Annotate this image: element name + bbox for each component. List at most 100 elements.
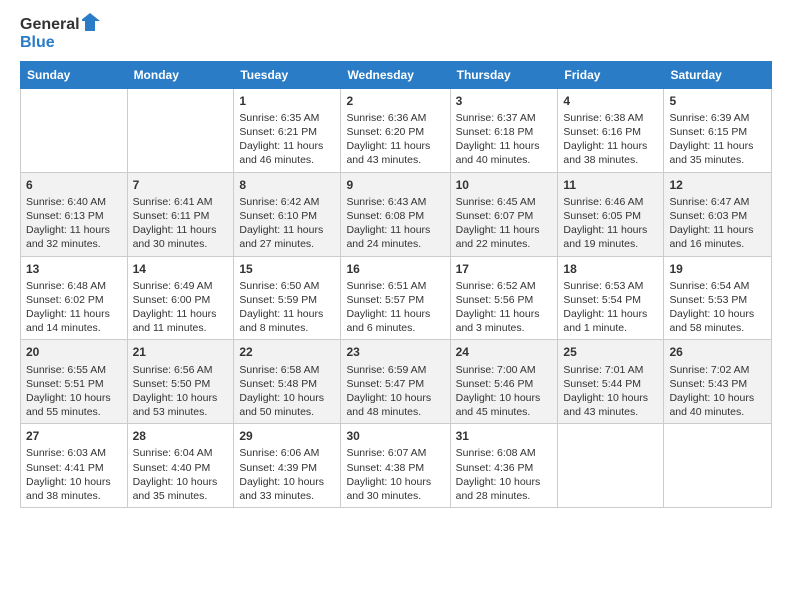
calendar-cell <box>558 424 664 508</box>
calendar-week-row: 6Sunrise: 6:40 AMSunset: 6:13 PMDaylight… <box>21 172 772 256</box>
day-info: Sunrise: 6:55 AM <box>26 363 122 377</box>
day-info: Sunrise: 6:06 AM <box>239 446 335 460</box>
day-number: 9 <box>346 177 444 193</box>
day-number: 3 <box>456 93 553 109</box>
day-info: Sunset: 5:56 PM <box>456 293 553 307</box>
day-number: 21 <box>133 344 229 360</box>
day-number: 25 <box>563 344 658 360</box>
calendar-cell: 25Sunrise: 7:01 AMSunset: 5:44 PMDayligh… <box>558 340 664 424</box>
day-info: Daylight: 10 hours and 53 minutes. <box>133 391 229 419</box>
day-info: Daylight: 11 hours and 3 minutes. <box>456 307 553 335</box>
day-number: 15 <box>239 261 335 277</box>
day-number: 10 <box>456 177 553 193</box>
day-info: Daylight: 10 hours and 38 minutes. <box>26 475 122 503</box>
day-info: Sunset: 4:36 PM <box>456 461 553 475</box>
day-number: 11 <box>563 177 658 193</box>
calendar-cell: 29Sunrise: 6:06 AMSunset: 4:39 PMDayligh… <box>234 424 341 508</box>
calendar-cell: 17Sunrise: 6:52 AMSunset: 5:56 PMDayligh… <box>450 256 558 340</box>
calendar-cell: 4Sunrise: 6:38 AMSunset: 6:16 PMDaylight… <box>558 88 664 172</box>
day-info: Sunrise: 6:40 AM <box>26 195 122 209</box>
day-info: Daylight: 10 hours and 45 minutes. <box>456 391 553 419</box>
logo-general-text: General <box>20 16 80 34</box>
day-info: Sunset: 5:46 PM <box>456 377 553 391</box>
col-header-thursday: Thursday <box>450 61 558 88</box>
day-info: Sunrise: 7:02 AM <box>669 363 766 377</box>
day-info: Sunset: 4:39 PM <box>239 461 335 475</box>
calendar-cell: 15 Sunrise: 6:50 AMSunset: 5:59 PMDayligh… <box>234 256 341 340</box>
day-info: Sunrise: 6:50 AM <box>239 279 335 293</box>
day-info: Sunrise: 6:37 AM <box>456 111 553 125</box>
day-info: Sunset: 4:38 PM <box>346 461 444 475</box>
day-number: 23 <box>346 344 444 360</box>
day-info: Sunrise: 6:51 AM <box>346 279 444 293</box>
day-info: Sunset: 5:43 PM <box>669 377 766 391</box>
calendar-cell: 26Sunrise: 7:02 AMSunset: 5:43 PMDayligh… <box>664 340 772 424</box>
header: General Blue <box>20 16 772 53</box>
day-info: Sunrise: 6:49 AM <box>133 279 229 293</box>
day-info: Sunrise: 6:07 AM <box>346 446 444 460</box>
day-number: 4 <box>563 93 658 109</box>
calendar-cell: 27Sunrise: 6:03 AMSunset: 4:41 PMDayligh… <box>21 424 128 508</box>
calendar-cell: 24Sunrise: 7:00 AMSunset: 5:46 PMDayligh… <box>450 340 558 424</box>
day-number: 29 <box>239 428 335 444</box>
day-number: 27 <box>26 428 122 444</box>
day-number: 31 <box>456 428 553 444</box>
day-info: Daylight: 11 hours and 11 minutes. <box>133 307 229 335</box>
day-info: Sunset: 6:07 PM <box>456 209 553 223</box>
day-info: Sunset: 6:16 PM <box>563 125 658 139</box>
col-header-friday: Friday <box>558 61 664 88</box>
day-info: Sunrise: 6:36 AM <box>346 111 444 125</box>
day-info: Daylight: 10 hours and 58 minutes. <box>669 307 766 335</box>
day-info: Sunrise: 6:58 AM <box>239 363 335 377</box>
day-info: Sunset: 4:40 PM <box>133 461 229 475</box>
day-info: Daylight: 11 hours and 19 minutes. <box>563 223 658 251</box>
day-info: Sunset: 5:57 PM <box>346 293 444 307</box>
day-info: Sunset: 5:59 PM <box>239 293 335 307</box>
day-number: 22 <box>239 344 335 360</box>
day-info: Daylight: 11 hours and 32 minutes. <box>26 223 122 251</box>
calendar-cell <box>127 88 234 172</box>
calendar-cell: 16Sunrise: 6:51 AMSunset: 5:57 PMDayligh… <box>341 256 450 340</box>
day-number: 7 <box>133 177 229 193</box>
day-info: Daylight: 11 hours and 43 minutes. <box>346 139 444 167</box>
day-info: Sunset: 5:51 PM <box>26 377 122 391</box>
day-number: 12 <box>669 177 766 193</box>
day-info: Sunset: 6:00 PM <box>133 293 229 307</box>
calendar-table: SundayMondayTuesdayWednesdayThursdayFrid… <box>20 61 772 508</box>
day-info: Daylight: 11 hours and 22 minutes. <box>456 223 553 251</box>
day-info: Sunset: 4:41 PM <box>26 461 122 475</box>
day-info: Sunset: 6:03 PM <box>669 209 766 223</box>
day-number: 19 <box>669 261 766 277</box>
day-info: Sunrise: 6:35 AM <box>239 111 335 125</box>
day-number: 1 <box>239 93 335 109</box>
col-header-monday: Monday <box>127 61 234 88</box>
day-number: 5 <box>669 93 766 109</box>
day-number: 6 <box>26 177 122 193</box>
day-info: Sunrise: 6:52 AM <box>456 279 553 293</box>
day-info: Sunset: 5:50 PM <box>133 377 229 391</box>
calendar-cell: 23Sunrise: 6:59 AMSunset: 5:47 PMDayligh… <box>341 340 450 424</box>
day-info: Sunrise: 6:59 AM <box>346 363 444 377</box>
day-info: Sunrise: 6:04 AM <box>133 446 229 460</box>
day-info: Sunrise: 6:38 AM <box>563 111 658 125</box>
day-info: Daylight: 10 hours and 55 minutes. <box>26 391 122 419</box>
calendar-cell: 3 Sunrise: 6:37 AMSunset: 6:18 PMDaylight… <box>450 88 558 172</box>
day-info: Daylight: 11 hours and 8 minutes. <box>239 307 335 335</box>
calendar-cell: 8Sunrise: 6:42 AMSunset: 6:10 PMDaylight… <box>234 172 341 256</box>
day-info: Sunrise: 6:43 AM <box>346 195 444 209</box>
calendar-cell <box>664 424 772 508</box>
day-info: Sunset: 6:18 PM <box>456 125 553 139</box>
day-number: 30 <box>346 428 444 444</box>
logo: General Blue <box>20 16 102 53</box>
calendar-week-row: 27Sunrise: 6:03 AMSunset: 4:41 PMDayligh… <box>21 424 772 508</box>
day-info: Daylight: 11 hours and 40 minutes. <box>456 139 553 167</box>
day-info: Daylight: 10 hours and 30 minutes. <box>346 475 444 503</box>
day-info: Daylight: 11 hours and 35 minutes. <box>669 139 766 167</box>
day-info: Sunset: 6:02 PM <box>26 293 122 307</box>
calendar-week-row: 13Sunrise: 6:48 AMSunset: 6:02 PMDayligh… <box>21 256 772 340</box>
day-info: Sunset: 6:05 PM <box>563 209 658 223</box>
calendar-cell: 20Sunrise: 6:55 AMSunset: 5:51 PMDayligh… <box>21 340 128 424</box>
calendar-cell: 7Sunrise: 6:41 AMSunset: 6:11 PMDaylight… <box>127 172 234 256</box>
calendar-cell: 28Sunrise: 6:04 AMSunset: 4:40 PMDayligh… <box>127 424 234 508</box>
day-info: Daylight: 11 hours and 30 minutes. <box>133 223 229 251</box>
